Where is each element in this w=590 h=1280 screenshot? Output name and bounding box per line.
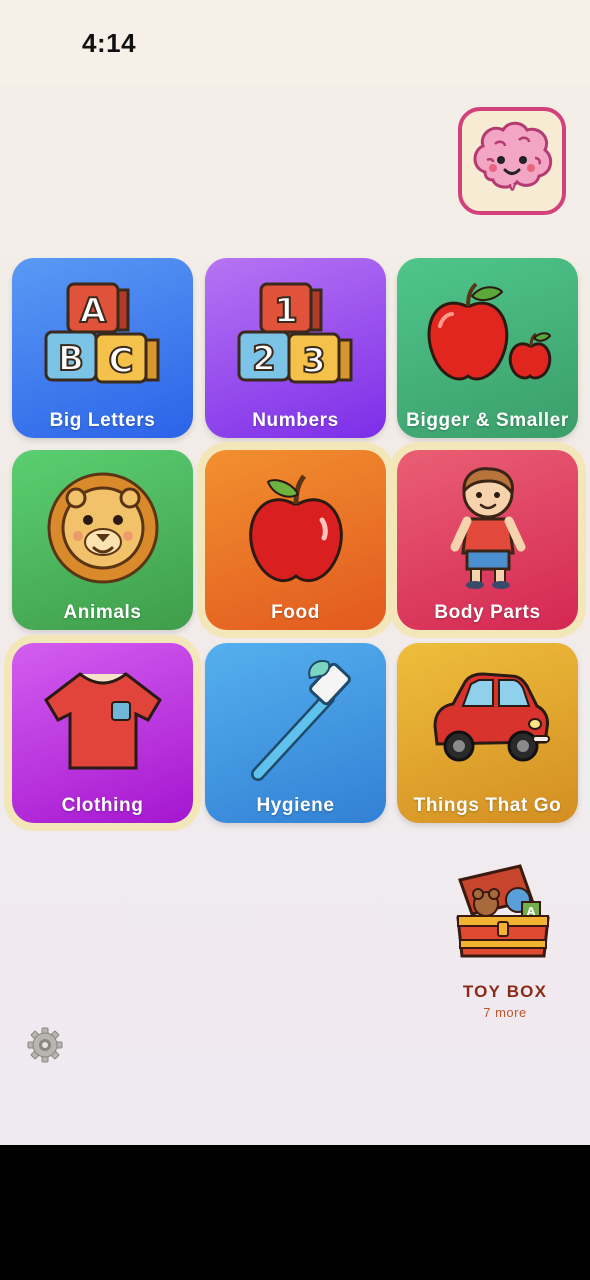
lion-icon [47, 472, 158, 584]
123-blocks-icon: 1 2 3 [237, 282, 352, 384]
category-tile-things-that-go[interactable]: Things That Go [397, 643, 578, 823]
smiling-brain-icon [473, 121, 553, 191]
toothbrush-icon [250, 660, 351, 781]
svg-text:1: 1 [274, 291, 298, 331]
toy-box-count: 7 more [483, 1005, 527, 1020]
category-label: Hygiene [256, 795, 335, 816]
category-label: Big Letters [49, 410, 156, 431]
category-label: Things That Go [413, 795, 562, 816]
svg-text:A: A [79, 291, 106, 331]
category-tile-hygiene[interactable]: Hygiene [205, 643, 386, 823]
svg-text:B: B [58, 339, 84, 379]
svg-text:2: 2 [252, 339, 276, 379]
apple-icon [248, 474, 343, 583]
category-label: Numbers [252, 410, 339, 431]
category-label: Bigger & Smaller [406, 410, 569, 431]
svg-text:C: C [108, 341, 133, 381]
car-icon [432, 672, 550, 762]
status-time: 4:14 [82, 28, 137, 58]
category-label: Food [271, 602, 320, 623]
bottom-black-bar [0, 1145, 590, 1280]
category-tile-body-parts[interactable]: Body Parts [397, 450, 578, 630]
toy-box-title: TOY BOX [462, 982, 548, 1001]
toy-chest-icon: A [456, 864, 550, 958]
category-label: Animals [63, 602, 142, 623]
tshirt-icon [43, 672, 162, 770]
category-label: Clothing [61, 795, 144, 816]
gear-icon [27, 1027, 63, 1063]
status-bar: 4:14 [0, 0, 590, 86]
toy-box-button[interactable]: A TOY BOX 7 more [440, 860, 570, 1030]
brain-button[interactable] [458, 107, 566, 215]
abc-blocks-icon: A B C [44, 282, 159, 384]
category-tile-food[interactable]: Food [205, 450, 386, 630]
category-tile-bigger-smaller[interactable]: Bigger & Smaller [397, 258, 578, 438]
category-label: Body Parts [434, 602, 541, 623]
category-tile-big-letters[interactable]: A B C Big Letters [12, 258, 193, 438]
two-apples-icon [427, 282, 551, 381]
boy-icon [450, 467, 525, 589]
svg-text:3: 3 [302, 341, 326, 381]
settings-button[interactable] [27, 1027, 63, 1063]
category-tile-numbers[interactable]: 1 2 3 Numbers [205, 258, 386, 438]
app-screen: 4:14 A B C Big Letters 1 2 3 Numbers Big… [0, 0, 590, 1145]
category-tile-animals[interactable]: Animals [12, 450, 193, 630]
category-tile-clothing[interactable]: Clothing [12, 643, 193, 823]
